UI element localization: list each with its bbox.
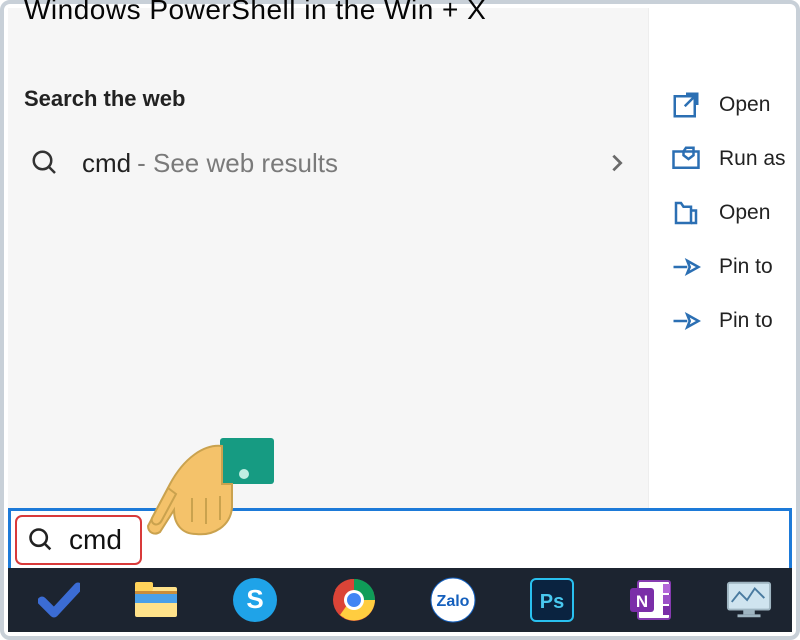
action-pin-taskbar[interactable]: Pin to xyxy=(649,294,792,348)
action-open[interactable]: Open xyxy=(649,78,792,132)
action-label: Pin to xyxy=(719,309,773,333)
folder-open-icon xyxy=(671,198,701,228)
pin-icon xyxy=(671,306,701,336)
action-label: Open xyxy=(719,93,770,117)
action-open-location[interactable]: Open xyxy=(649,186,792,240)
svg-text:Zalo: Zalo xyxy=(437,593,470,610)
action-label: Run as xyxy=(719,147,786,171)
partial-result-text: Windows PowerShell in the Win + X xyxy=(24,0,648,26)
search-input-highlight: cmd xyxy=(15,515,142,565)
search-input-bar[interactable]: cmd xyxy=(8,508,792,572)
taskbar: S Zalo xyxy=(8,568,792,632)
action-label: Pin to xyxy=(719,255,773,279)
search-results-panel: Windows PowerShell in the Win + X Search… xyxy=(8,8,792,508)
taskbar-skype[interactable]: S xyxy=(232,577,278,623)
search-icon xyxy=(30,148,60,178)
shield-icon xyxy=(671,144,701,174)
web-result-row[interactable]: cmd - See web results xyxy=(24,136,648,190)
open-icon xyxy=(671,90,701,120)
taskbar-chrome[interactable] xyxy=(332,577,376,623)
web-result-suffix: - See web results xyxy=(137,148,338,179)
taskbar-monitor-app[interactable] xyxy=(726,577,772,623)
search-input-value: cmd xyxy=(69,524,122,556)
svg-text:S: S xyxy=(246,584,263,614)
action-pin-start[interactable]: Pin to xyxy=(649,240,792,294)
chevron-right-icon xyxy=(606,152,628,174)
pointing-hand-icon xyxy=(144,438,274,548)
search-icon xyxy=(27,526,55,554)
svg-text:N: N xyxy=(636,592,648,611)
svg-text:Ps: Ps xyxy=(540,591,564,613)
actions-pane: Open Run as Open Pin to xyxy=(648,8,792,508)
results-left-column: Windows PowerShell in the Win + X Search… xyxy=(8,8,648,508)
search-web-header: Search the web xyxy=(24,86,648,112)
action-run-as[interactable]: Run as xyxy=(649,132,792,186)
taskbar-todo-app[interactable] xyxy=(38,577,80,623)
action-label: Open xyxy=(719,201,770,225)
taskbar-zalo[interactable]: Zalo xyxy=(430,577,476,623)
web-result-term: cmd xyxy=(82,148,131,179)
taskbar-photoshop[interactable]: Ps xyxy=(530,577,574,623)
taskbar-file-explorer[interactable] xyxy=(134,577,178,623)
window-frame: Windows PowerShell in the Win + X Search… xyxy=(0,0,800,640)
taskbar-onenote[interactable]: N xyxy=(628,577,672,623)
pin-icon xyxy=(671,252,701,282)
